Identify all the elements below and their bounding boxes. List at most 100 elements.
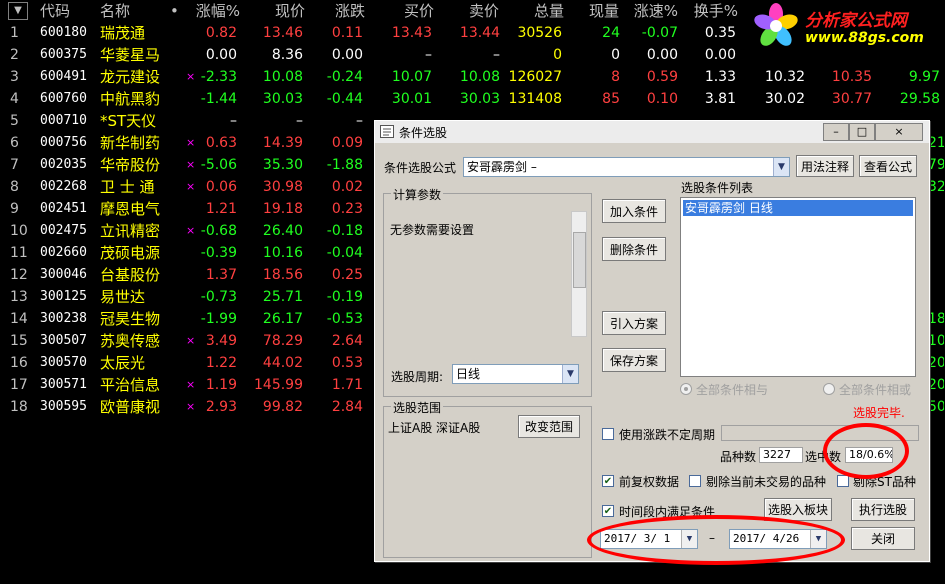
header-dot: • (170, 2, 179, 20)
prerights-checkbox[interactable]: ✔ (602, 475, 614, 487)
view-formula-button[interactable]: 查看公式 (859, 155, 917, 177)
row-code: 300571 (40, 377, 87, 392)
header-ask[interactable]: 卖价 (455, 0, 499, 22)
radio-or[interactable] (823, 383, 835, 395)
header-current-volume[interactable]: 现量 (575, 0, 619, 22)
row-price: 35.30 (262, 157, 303, 173)
close-button[interactable]: 关闭 (851, 527, 915, 550)
row-ask: – (493, 47, 500, 63)
formula-select[interactable]: 安哥霹雳剑 – ▼ (463, 157, 790, 177)
row-volume: 126027 (508, 69, 562, 85)
scroll-thumb[interactable] (573, 232, 586, 288)
row-pct: -1.44 (200, 91, 237, 107)
row-speed: 0.00 (646, 47, 678, 63)
row-change: 0.53 (331, 355, 363, 371)
row-speed: -0.07 (641, 25, 678, 41)
row-extra-2: 30.77 (831, 91, 872, 107)
exclude-untraded-checkbox[interactable] (689, 475, 701, 487)
row-current-volume: 24 (602, 25, 620, 41)
row-change: – (356, 113, 363, 129)
row-current-volume: 85 (602, 91, 620, 107)
row-ask: 30.03 (459, 91, 500, 107)
header-turnover[interactable]: 换手% (688, 0, 738, 22)
execute-select-button[interactable]: 执行选股 (851, 498, 915, 521)
row-price: 14.39 (262, 135, 303, 151)
delete-condition-button[interactable]: 删除条件 (602, 237, 666, 261)
row-code: 600180 (40, 25, 87, 40)
params-scrollbar[interactable] (571, 211, 587, 337)
row-speed: 0.10 (646, 91, 678, 107)
header-volume[interactable]: 总量 (520, 0, 564, 22)
row-code: 000756 (40, 135, 87, 150)
row-change: 0.00 (331, 47, 363, 63)
row-change: -0.19 (326, 289, 363, 305)
row-ask: 13.44 (459, 25, 500, 41)
chevron-down-icon[interactable]: ▼ (562, 365, 578, 383)
row-pct: -0.39 (200, 245, 237, 261)
row-extra-1: 30.02 (764, 91, 805, 107)
row-name: 卫 士 通 (100, 178, 155, 196)
formula-label: 条件选股公式 (384, 161, 457, 175)
period-select[interactable]: 日线 ▼ (452, 364, 579, 384)
header-name[interactable]: 名称 (100, 0, 130, 22)
edge-value (928, 264, 944, 286)
row-name: 中航黑豹 (100, 90, 161, 108)
row-index: 15 (10, 333, 28, 349)
row-code: 300125 (40, 289, 87, 304)
chevron-down-icon[interactable]: ▼ (773, 158, 789, 176)
condition-list[interactable]: 安哥霹雳剑 日线 (680, 197, 916, 377)
dialog-app-icon (380, 125, 394, 138)
edge-value: 79 (928, 157, 944, 173)
edge-value: 20 (928, 355, 944, 371)
logo-url: www.88gs.com (805, 30, 924, 46)
row-change: -0.24 (326, 69, 363, 85)
minimize-button[interactable]: – (823, 123, 849, 141)
row-change: 0.23 (331, 201, 363, 217)
row-pct: 1.21 (205, 201, 237, 217)
edge-value: 10 (928, 333, 944, 349)
add-condition-button[interactable]: 加入条件 (602, 199, 666, 223)
usage-notes-button[interactable]: 用法注释 (796, 155, 854, 177)
time-range-checkbox[interactable]: ✔ (602, 505, 614, 517)
import-scheme-button[interactable]: 引入方案 (602, 311, 666, 335)
header-pct[interactable]: 涨幅% (185, 0, 240, 22)
exclude-st-checkbox[interactable] (837, 475, 849, 487)
dialog-titlebar[interactable]: 条件选股 – □ × (375, 121, 929, 143)
header-change[interactable]: 涨跌 (315, 0, 365, 22)
variable-period-checkbox[interactable] (602, 428, 614, 440)
edge-value (928, 220, 944, 242)
radio-and[interactable] (680, 383, 692, 395)
maximize-button[interactable]: □ (849, 123, 875, 141)
row-price: 13.46 (262, 25, 303, 41)
row-name: 龙元建设 (100, 68, 161, 86)
row-index: 5 (10, 113, 19, 129)
row-code: 300595 (40, 399, 87, 414)
row-pct: -1.99 (200, 311, 237, 327)
table-row[interactable]: 3 600491 龙元建设 × -2.33 10.08 -0.24 10.07 10.08 126… (0, 66, 945, 88)
row-name: 易世达 (100, 288, 146, 306)
menu-dropdown-icon[interactable]: ▼ (8, 2, 28, 20)
row-extra-1: 10.32 (764, 69, 805, 85)
condition-list-item[interactable]: 安哥霹雳剑 日线 (683, 200, 913, 216)
header-code[interactable]: 代码 (40, 0, 70, 22)
header-bid[interactable]: 买价 (390, 0, 434, 22)
row-index: 9 (10, 201, 19, 217)
edge-value: 32 (928, 179, 944, 195)
save-scheme-button[interactable]: 保存方案 (602, 348, 666, 372)
header-price[interactable]: 现价 (255, 0, 305, 22)
table-row[interactable]: 4 600760 中航黑豹 -1.44 30.03 -0.44 30.01 30.03 1314… (0, 88, 945, 110)
period-label: 选股周期: (391, 370, 444, 384)
row-change: 2.64 (331, 333, 363, 349)
row-price: 145.99 (254, 377, 303, 393)
row-code: 002475 (40, 223, 87, 238)
row-change: -1.88 (326, 157, 363, 173)
edge-value: 18 (928, 311, 944, 327)
flower-logo-icon (754, 3, 798, 46)
row-name: 茂硕电源 (100, 244, 161, 262)
header-speed[interactable]: 涨速% (628, 0, 678, 22)
row-code: 002451 (40, 201, 87, 216)
change-scope-button[interactable]: 改变范围 (518, 415, 580, 438)
close-window-button[interactable]: × (875, 123, 923, 141)
row-pct: 0.63 (205, 135, 237, 151)
row-code: 300507 (40, 333, 87, 348)
